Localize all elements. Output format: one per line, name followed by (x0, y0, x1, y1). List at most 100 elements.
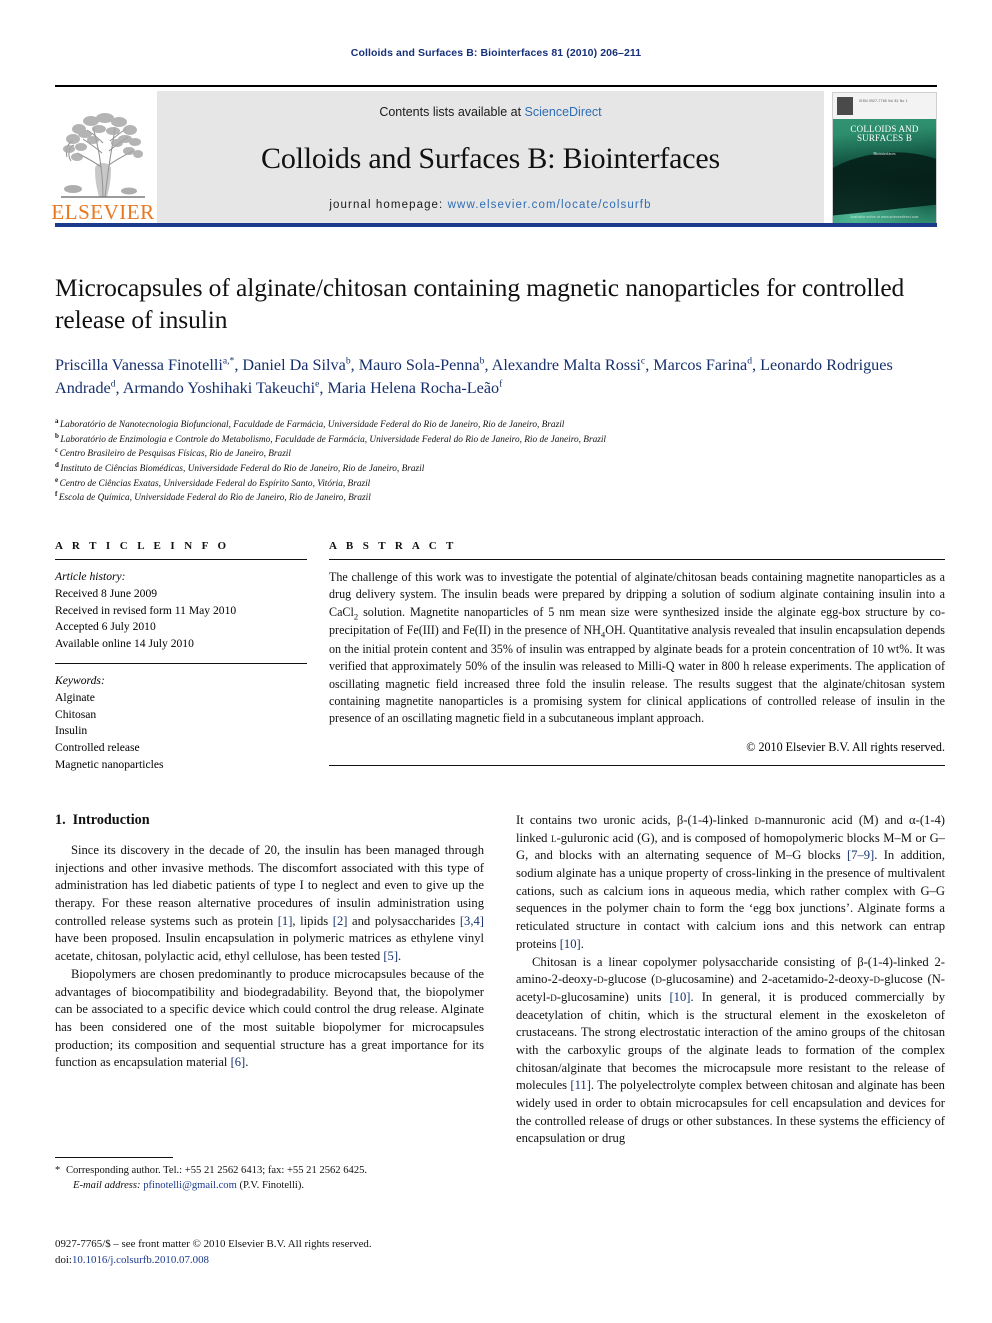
keywords-top-rule (55, 662, 307, 664)
author-name: Mauro Sola-Penna (358, 356, 480, 375)
affiliation-text: Escola de Química, Universidade Federal … (58, 493, 371, 504)
article-page: Colloids and Surfaces B: Biointerfaces 8… (0, 0, 992, 1323)
paragraph: Since its discovery in the decade of 20,… (55, 842, 484, 966)
doi-link[interactable]: 10.1016/j.colsurfb.2010.07.008 (72, 1254, 209, 1266)
author-name: Marcos Farina (653, 356, 748, 375)
affiliation-item: b Laboratório de Enzimologia e Controle d… (55, 431, 945, 448)
article-info-heading: A R T I C L E I N F O (55, 540, 230, 552)
cover-bottom-line: Available online at www.sciencedirect.co… (850, 215, 919, 219)
text-run: . In addition, sodium alginate has a uni… (516, 848, 945, 951)
text-run: Biopolymers are chosen predominantly to … (55, 966, 484, 1070)
journal-cover-thumbnail: ISSN 0927-7765 Vol 81 No 1 COLLOIDS AND … (832, 92, 937, 224)
abstract-column: A B S T R A C T The challenge of this wo… (329, 540, 945, 774)
footnote-text: Corresponding author. Tel.: +55 21 2562 … (63, 1165, 368, 1176)
author-affil-mark: d (110, 378, 116, 390)
affiliation-mark: b (55, 431, 59, 440)
info-abstract-row: A R T I C L E I N F O Article history: R… (55, 540, 945, 774)
text-run: -glucose ( (603, 972, 656, 987)
citation-ref[interactable]: [3,4] (460, 914, 484, 928)
email-link[interactable]: pfinotelli@gmail.com (143, 1180, 237, 1191)
text-run: . (398, 949, 402, 964)
citation-ref[interactable]: [2] (333, 914, 348, 928)
author-name: Priscilla Vanessa Finotelli (55, 356, 223, 375)
homepage-url-link[interactable]: www.elsevier.com/locate/colsurfb (448, 199, 652, 211)
article-history-item: Received in revised form 11 May 2010 (55, 603, 237, 617)
elsevier-wordmark: ELSEVIER (51, 200, 155, 224)
doi-line: doi:10.1016/j.colsurfb.2010.07.008 (55, 1252, 525, 1268)
text-run: -glucosamine) units (556, 989, 670, 1004)
abstract-bottom-rule (329, 765, 945, 767)
author-affil-mark: b (345, 355, 351, 367)
cover-elsevier-mark-icon (837, 97, 853, 115)
affiliation-mark: f (55, 490, 58, 499)
article-history-item: Accepted 6 July 2010 (55, 620, 156, 634)
author-name: Daniel Da Silva (242, 356, 346, 375)
article-info-column: A R T I C L E I N F O Article history: R… (55, 540, 307, 774)
citation-ref[interactable]: [10] (669, 990, 690, 1004)
citation-ref[interactable]: [11] (570, 1078, 591, 1092)
text-run: have been proposed. Insulin encapsulatio… (55, 931, 484, 964)
author-name: Armando Yoshihaki Takeuchi (122, 379, 316, 398)
citation-ref[interactable]: [7–9] (847, 848, 874, 862)
masthead-bottom-rule (55, 223, 937, 227)
journal-band: Contents lists available at ScienceDirec… (157, 91, 824, 225)
affiliation-item: c Centro Brasileiro de Pesquisas Físicas,… (55, 447, 945, 462)
keyword-item: Chitosan (55, 707, 97, 721)
abstract-copyright: © 2010 Elsevier B.V. All rights reserved… (746, 740, 945, 755)
article-history-item: Available online 14 July 2010 (55, 637, 194, 651)
citation-ref[interactable]: [1] (278, 914, 293, 928)
email-label: E-mail address: (73, 1180, 141, 1192)
cover-subtitle: Biointerfaces (873, 151, 896, 156)
journal-title: Colloids and Surfaces B: Biointerfaces (261, 142, 720, 175)
affiliation-list: a Laboratório de Nanotecnologia Biofuncio… (55, 416, 945, 506)
affiliation-item: f Escola de Química, Universidade Federal… (55, 491, 945, 506)
text-run: . (580, 936, 584, 951)
abstract-body: The challenge of this work was to invest… (329, 569, 945, 727)
elsevier-tree-icon (59, 109, 147, 203)
section-heading-introduction: 1. Introduction (55, 812, 484, 829)
author-list: Priscilla Vanessa Finotellia,*, Daniel D… (55, 354, 945, 400)
author-name: Alexandre Malta Rossi (491, 356, 641, 375)
affiliation-item: a Laboratório de Nanotecnologia Biofuncio… (55, 416, 945, 433)
affiliation-text: Laboratório de Enzimologia e Controle do… (60, 434, 607, 445)
abstract-top-rule (329, 559, 945, 560)
citation-ref[interactable]: [6] (231, 1055, 246, 1069)
paragraph: Chitosan is a linear copolymer polysacch… (516, 954, 945, 1149)
footnote-block: * Corresponding author. Tel.: +55 21 256… (55, 1157, 484, 1193)
imprint-block: 0927-7765/$ – see front matter © 2010 El… (55, 1236, 525, 1268)
text-run: and polysaccharides (347, 913, 460, 928)
page-title: Microcapsules of alginate/chitosan conta… (55, 273, 905, 335)
cover-title-line2: SURFACES B (856, 133, 913, 144)
paragraph: Biopolymers are chosen predominantly to … (55, 966, 484, 1072)
doi-prefix: doi: (55, 1254, 72, 1267)
section-title: Introduction (72, 812, 150, 828)
affiliation-mark: a (55, 416, 59, 425)
paragraph: It contains two uronic acids, β-(1-4)-li… (516, 812, 945, 954)
affiliation-mark: e (55, 475, 59, 484)
citation-ref[interactable]: [10] (560, 937, 581, 951)
abstract-heading: A B S T R A C T (329, 540, 457, 552)
keyword-item: Magnetic nanoparticles (55, 757, 164, 771)
article-history-title: Article history: (55, 570, 126, 583)
body-column-right: It contains two uronic acids, β-(1-4)-li… (516, 812, 945, 1148)
affiliation-mark: c (55, 446, 59, 455)
author-line-1: Priscilla Vanessa Finotellia,*, Daniel D… (55, 355, 654, 375)
body-column-left: 1. Introduction Since its discovery in th… (55, 812, 484, 1148)
affiliation-text: Centro de Ciências Exatas, Universidade … (59, 478, 371, 489)
text-run: It contains two uronic acids, β-(1-4)-li… (516, 813, 755, 827)
affiliation-item: d Instituto de Ciências Biomédicas, Unive… (55, 461, 945, 477)
article-info-top-rule (55, 559, 307, 560)
citation-ref[interactable]: [5] (383, 949, 398, 963)
cover-title: COLLOIDS AND SURFACES B (833, 124, 936, 144)
author-affil-mark: b (479, 355, 485, 367)
homepage-prefix: journal homepage: (329, 199, 448, 211)
text-run: , lipids (292, 913, 333, 928)
author-affil-mark: f (499, 378, 503, 390)
body-columns: 1. Introduction Since its discovery in th… (55, 812, 945, 1148)
sciencedirect-link[interactable]: ScienceDirect (525, 105, 602, 119)
affiliation-item: e Centro de Ciências Exatas, Universidade… (55, 475, 945, 492)
keyword-item: Controlled release (55, 741, 140, 755)
affiliation-text: Laboratório de Nanotecnologia Biofuncion… (60, 420, 565, 430)
affiliation-text: Centro Brasileiro de Pesquisas Físicas, … (59, 449, 291, 460)
email-note: E-mail address: pfinotelli@gmail.com (P.… (55, 1178, 484, 1193)
